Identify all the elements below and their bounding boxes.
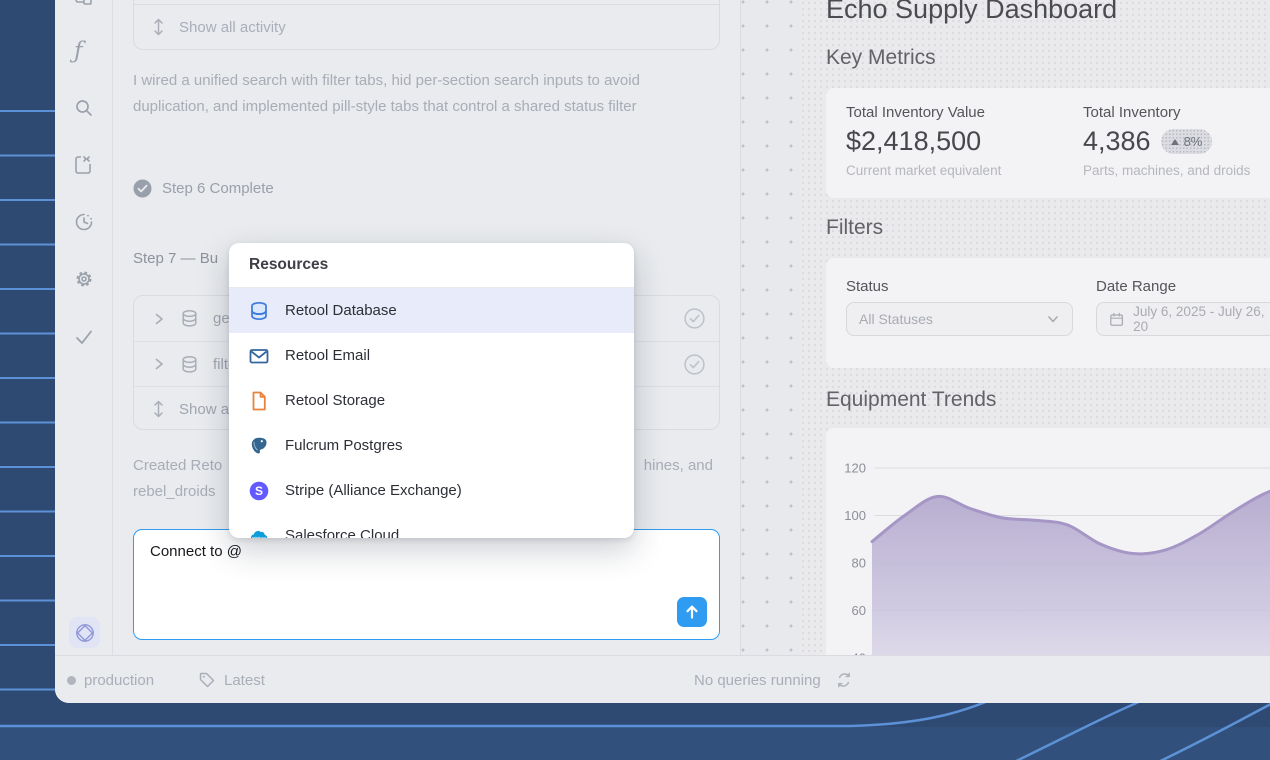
resources-popover-title: Resources xyxy=(229,243,634,288)
resource-item-label: Fulcrum Postgres xyxy=(285,437,403,454)
app-window: ƒ xyxy=(55,0,1270,703)
screen: ƒ xyxy=(0,0,1270,760)
dashboard-panel: Echo Supply Dashboard Key Metrics Total … xyxy=(800,0,1270,703)
metric-total-inventory: Total Inventory 4,386 8% Parts, machines… xyxy=(1083,104,1250,178)
svg-text:60: 60 xyxy=(852,603,866,618)
svg-text:S: S xyxy=(255,484,263,498)
show-all-activity-toggle[interactable]: Show all activity xyxy=(134,5,719,49)
activity-summary-box: Show all activity xyxy=(133,0,720,50)
svg-text:salesforce: salesforce xyxy=(252,535,266,538)
component-icon[interactable] xyxy=(74,0,94,12)
editor-sidebar: ƒ xyxy=(55,0,113,703)
resource-item-label: Retool Database xyxy=(285,302,397,319)
step-complete-icon xyxy=(133,179,152,198)
step7-heading: Step 7 — Bu xyxy=(133,250,218,267)
filters-card: Status All Statuses Date Range July xyxy=(826,258,1270,368)
chevron-right-icon xyxy=(152,312,166,326)
filters-heading: Filters xyxy=(826,216,883,240)
function-icon[interactable]: ƒ xyxy=(74,38,94,58)
show-all-activity-label: Show all activity xyxy=(179,19,286,36)
queries-status-label: No queries running xyxy=(694,672,821,689)
agent-summary-text: I wired a unified search with filter tab… xyxy=(133,68,699,120)
status-filter-label: Status xyxy=(846,278,889,295)
postgres-icon xyxy=(249,436,269,456)
chevron-down-icon xyxy=(1046,312,1060,326)
environment-selector[interactable]: production xyxy=(67,656,154,703)
resource-list: Retool Database Retool Email Retool Storag… xyxy=(229,288,634,538)
code-icon[interactable] xyxy=(74,155,94,175)
database-icon xyxy=(180,355,199,374)
resource-item-label: Stripe (Alliance Exchange) xyxy=(285,482,462,499)
created-resources-text: rebel_droids xyxy=(133,483,216,500)
row-check-icon xyxy=(684,354,705,375)
trend-badge: 8% xyxy=(1161,129,1213,154)
email-icon xyxy=(249,346,269,366)
equipment-trends-heading: Equipment Trends xyxy=(826,388,996,412)
status-bar: production Latest No queries running xyxy=(55,655,1270,703)
status-select-value: All Statuses xyxy=(859,311,1037,327)
svg-text:100: 100 xyxy=(844,508,866,523)
version-label: Latest xyxy=(224,672,265,689)
up-down-arrows-icon xyxy=(152,18,165,36)
resource-item[interactable]: salesforce Salesforce Cloud xyxy=(229,513,634,538)
ai-assistant-icon[interactable] xyxy=(69,617,100,648)
key-metrics-card: Total Inventory Value $2,418,500 Current… xyxy=(826,88,1270,198)
settings-gear-icon[interactable] xyxy=(74,269,94,289)
release-version[interactable]: Latest xyxy=(198,656,265,703)
storage-icon xyxy=(249,391,269,411)
metric-total-inventory-value: Total Inventory Value $2,418,500 Current… xyxy=(846,104,1001,178)
canvas-dot-grid xyxy=(740,0,800,655)
resource-item[interactable]: Retool Email xyxy=(229,333,634,378)
tag-icon xyxy=(198,671,216,689)
resources-popover: Resources Retool DatabaseRetool EmailRet… xyxy=(229,243,634,538)
database-icon xyxy=(180,309,199,328)
check-icon[interactable] xyxy=(74,327,94,347)
database-icon xyxy=(249,301,269,321)
salesforce-icon: salesforce xyxy=(249,526,269,539)
history-icon[interactable] xyxy=(74,212,94,232)
resource-item-label: Retool Email xyxy=(285,347,370,364)
resource-item[interactable]: Retool Storage xyxy=(229,378,634,423)
resource-item[interactable]: Retool Database xyxy=(229,288,634,333)
date-range-value: July 6, 2025 - July 26, 20 xyxy=(1133,304,1267,334)
calendar-icon xyxy=(1109,311,1124,328)
dashboard-title: Echo Supply Dashboard xyxy=(826,0,1117,25)
date-range-picker[interactable]: July 6, 2025 - July 26, 20 xyxy=(1096,302,1270,336)
chevron-right-icon xyxy=(152,357,166,371)
svg-text:120: 120 xyxy=(844,461,866,476)
queries-status: No queries running xyxy=(694,656,853,703)
triangle-up-icon xyxy=(1171,139,1179,145)
stripe-icon: S xyxy=(249,481,269,501)
send-button[interactable] xyxy=(677,597,707,627)
message-composer[interactable]: Connect to @ xyxy=(133,529,720,640)
resource-item-label: Salesforce Cloud xyxy=(285,527,399,538)
resource-item[interactable]: S Stripe (Alliance Exchange) xyxy=(229,468,634,513)
environment-dot-icon xyxy=(67,676,76,685)
status-select[interactable]: All Statuses xyxy=(846,302,1073,336)
resource-item-label: Retool Storage xyxy=(285,392,385,409)
show-all-activity-label: Show a xyxy=(179,401,229,418)
key-metrics-heading: Key Metrics xyxy=(826,46,936,70)
arrow-up-icon xyxy=(684,604,700,620)
step6-complete-status: Step 6 Complete xyxy=(133,179,274,198)
svg-text:80: 80 xyxy=(852,556,866,571)
search-icon[interactable] xyxy=(74,98,94,118)
refresh-icon[interactable] xyxy=(835,671,853,689)
resource-item[interactable]: Fulcrum Postgres xyxy=(229,423,634,468)
date-range-label: Date Range xyxy=(1096,278,1176,295)
row-check-icon xyxy=(684,308,705,329)
step6-label: Step 6 Complete xyxy=(162,180,274,197)
composer-input-value[interactable]: Connect to @ xyxy=(150,543,242,560)
environment-label: production xyxy=(84,672,154,689)
up-down-arrows-icon xyxy=(152,400,165,418)
